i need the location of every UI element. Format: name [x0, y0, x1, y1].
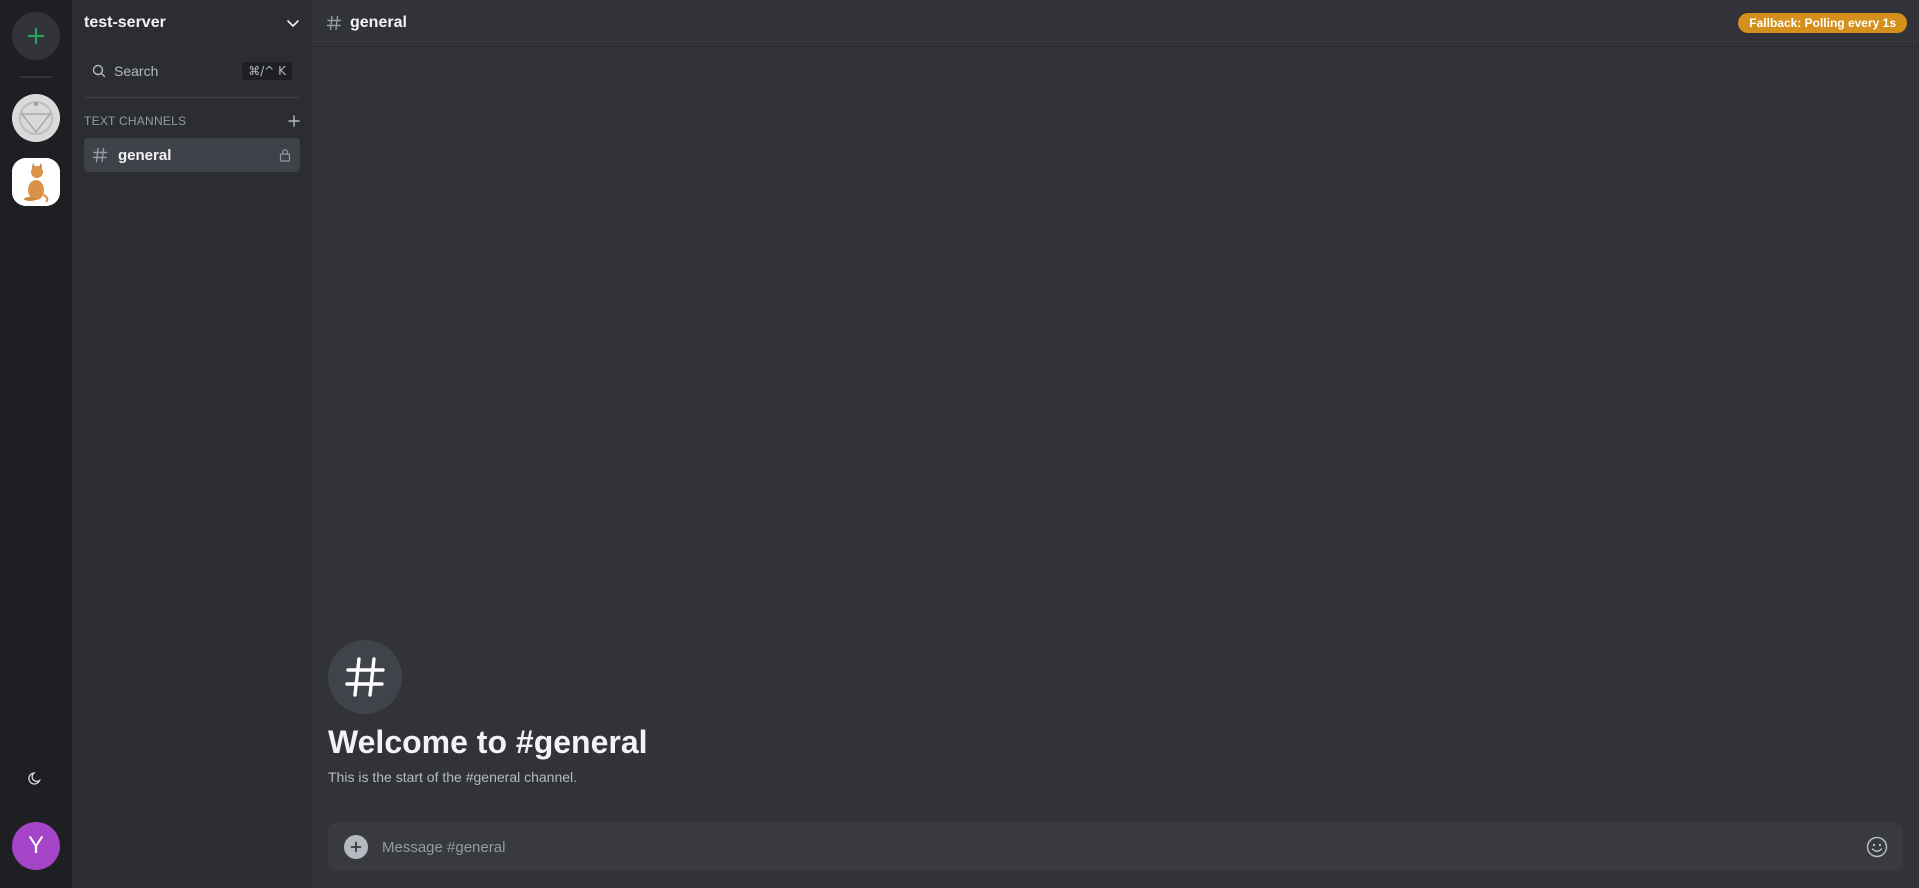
channel-header: general Fallback: Polling every 1s — [312, 0, 1919, 47]
message-composer — [328, 823, 1903, 871]
status-badge: Fallback: Polling every 1s — [1738, 13, 1907, 33]
sidebar-divider — [84, 97, 300, 98]
user-avatar-letter: Y — [27, 832, 44, 859]
rail-bottom: Y — [0, 762, 72, 870]
channel-title: general — [350, 14, 407, 31]
moon-icon — [28, 772, 41, 785]
search-icon — [92, 64, 106, 78]
server-name: test-server — [84, 14, 166, 31]
cat-avatar-icon — [12, 158, 60, 206]
emoji-button[interactable] — [1863, 833, 1891, 861]
search-button[interactable]: Search ⌘/^ K — [84, 59, 300, 83]
search-label: Search — [114, 63, 159, 79]
user-avatar[interactable]: Y — [12, 822, 60, 870]
search-shortcut: ⌘/^ K — [242, 62, 292, 80]
smiley-icon — [1866, 836, 1888, 858]
message-list[interactable]: Welcome to #general This is the start of… — [312, 47, 1919, 888]
plus-icon — [27, 27, 45, 45]
chevron-down-icon — [287, 20, 299, 27]
welcome-hashtag-badge — [328, 640, 402, 714]
rail-separator — [20, 76, 52, 78]
message-input[interactable] — [382, 838, 1863, 856]
channel-item-general[interactable]: general — [84, 138, 300, 172]
add-server-button[interactable] — [12, 12, 60, 60]
hashtag-icon — [345, 657, 385, 697]
server-avatar-icon — [12, 94, 60, 142]
welcome-subtitle: This is the start of the #general channe… — [328, 769, 578, 785]
theme-toggle-button[interactable] — [20, 762, 52, 794]
app-root: Y test-server Search ⌘/^ K TEXT CHANNELS — [0, 0, 1919, 888]
chat-main: general Fallback: Polling every 1s Welco… — [312, 0, 1919, 888]
add-channel-icon[interactable] — [288, 115, 300, 127]
channel-sidebar: test-server Search ⌘/^ K TEXT CHANNELS g… — [72, 0, 312, 888]
hashtag-icon — [326, 15, 342, 31]
lock-icon — [279, 149, 291, 162]
hashtag-icon — [92, 147, 108, 163]
welcome-block: Welcome to #general This is the start of… — [328, 640, 648, 785]
welcome-title: Welcome to #general — [328, 724, 648, 760]
section-title: TEXT CHANNELS — [84, 114, 187, 128]
channel-name: general — [118, 146, 172, 164]
server-icon-2[interactable] — [12, 158, 60, 206]
server-icon-1[interactable] — [12, 94, 60, 142]
server-rail: Y — [0, 0, 72, 888]
text-channels-header: TEXT CHANNELS — [84, 114, 300, 128]
attach-button[interactable] — [344, 835, 368, 859]
server-header[interactable]: test-server — [72, 0, 312, 46]
plus-icon — [350, 841, 362, 853]
